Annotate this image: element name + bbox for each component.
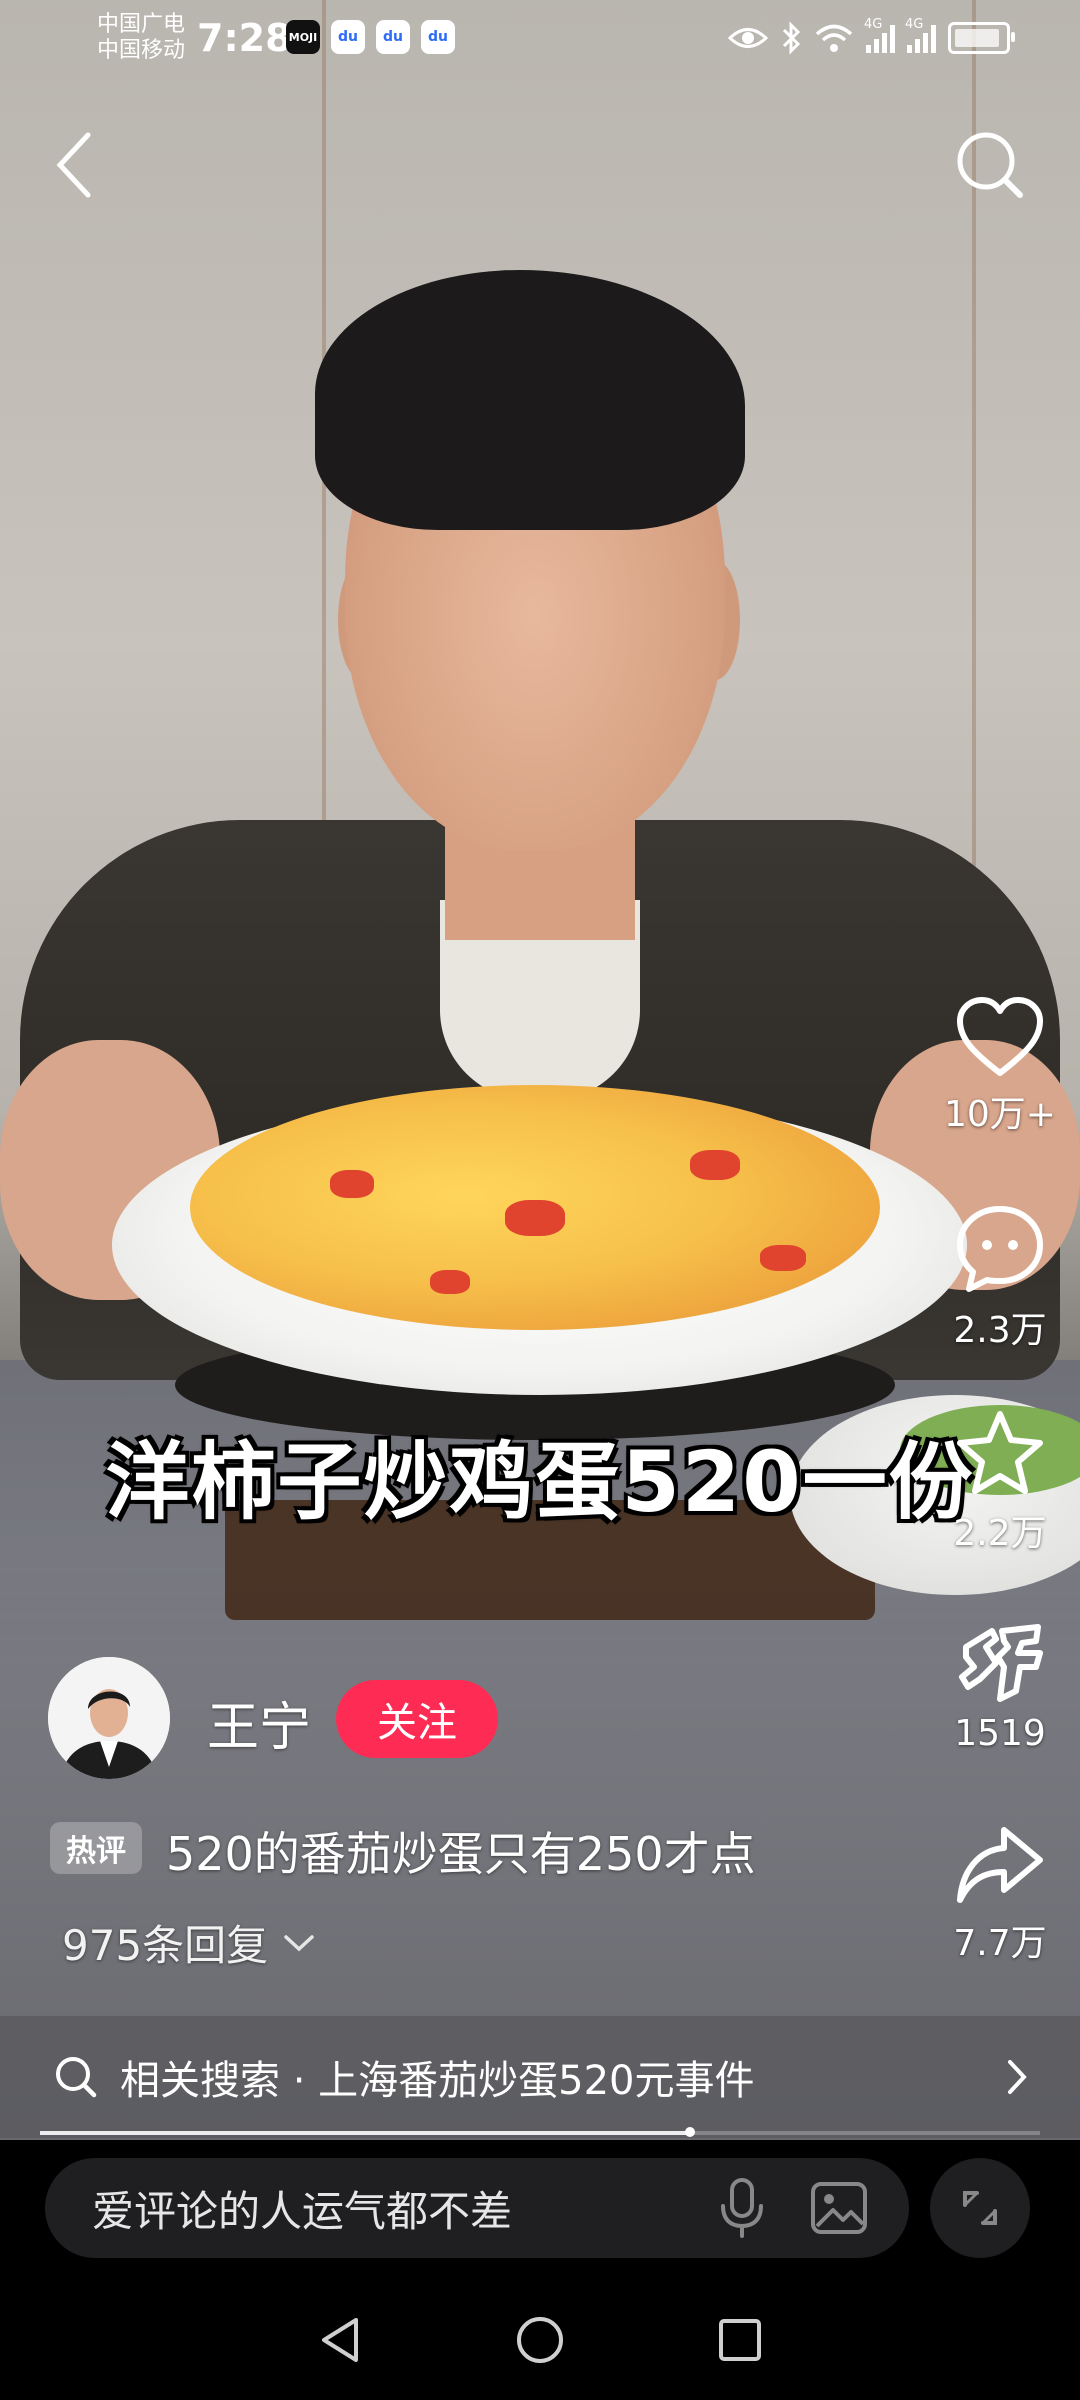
- back-button[interactable]: [46, 125, 106, 205]
- good-count: 1519: [954, 1713, 1046, 1754]
- image-icon[interactable]: [809, 2180, 869, 2236]
- bluetooth-icon: [782, 21, 801, 55]
- chevron-down-icon: [284, 1934, 314, 1951]
- network-type: 4G: [905, 17, 924, 32]
- tomato-piece: [690, 1150, 740, 1180]
- related-search-label: 相关搜索 · 上海番茄炒蛋520元事件: [120, 2058, 755, 2104]
- tomato-piece: [330, 1170, 374, 1198]
- reply-count-label: 975条回复: [62, 1921, 269, 1970]
- good-button[interactable]: 1519: [930, 1617, 1070, 1754]
- share-icon: [957, 1827, 1043, 1903]
- tomato-piece: [505, 1200, 565, 1236]
- comment-button[interactable]: 2.3万: [930, 1203, 1070, 1353]
- avatar-image: [48, 1657, 170, 1779]
- favorite-button[interactable]: 2.2万: [930, 1408, 1070, 1556]
- nav-home-icon[interactable]: [514, 2314, 566, 2366]
- share-button[interactable]: 7.7万: [930, 1822, 1070, 1966]
- status-bar: 中国广电 中国移动 7:28 MOJI du du du 4G 4G: [0, 0, 1080, 80]
- person-hair: [315, 270, 745, 530]
- related-search-bar[interactable]: 相关搜索 · 上海番茄炒蛋520元事件: [0, 2016, 1080, 2138]
- hot-comment-text[interactable]: 520的番茄炒蛋只有250才点: [166, 1818, 756, 1884]
- heart-icon: [957, 997, 1043, 1076]
- network-type: 4G: [864, 17, 883, 32]
- tomato-piece: [430, 1270, 470, 1294]
- signal-2: 4G: [905, 17, 936, 53]
- chevron-right-icon: [1008, 2060, 1027, 2094]
- tomato-piece: [760, 1245, 806, 1271]
- carrier-2: 中国移动: [97, 38, 186, 63]
- baidu-app-icon: du: [331, 20, 365, 54]
- search-icon: [56, 2057, 97, 2098]
- clock: 7:28: [197, 16, 292, 60]
- star-icon: [957, 1411, 1043, 1494]
- search-button[interactable]: [950, 125, 1030, 205]
- status-right: 4G 4G: [728, 17, 1015, 58]
- expand-button[interactable]: [930, 2158, 1030, 2258]
- carrier-1: 中国广电: [97, 12, 186, 37]
- signal-1: 4G: [864, 17, 895, 53]
- video-caption: 洋柿子炒鸡蛋520一份: [105, 1433, 975, 1531]
- playback-progress-fill: [40, 2131, 690, 2135]
- like-button[interactable]: 10万+: [930, 995, 1070, 1137]
- expand-icon: [963, 2191, 997, 2225]
- back-icon: [56, 132, 91, 198]
- good-icon: [959, 1624, 1043, 1702]
- reply-count-button[interactable]: 975条回复: [62, 1912, 316, 1973]
- playback-progress-thumb[interactable]: [685, 2127, 695, 2137]
- mic-icon[interactable]: [717, 2176, 767, 2240]
- comment-input[interactable]: 爱评论的人运气都不差: [45, 2158, 909, 2258]
- like-count: 10万+: [944, 1094, 1056, 1135]
- carrier-labels: 中国广电 中国移动: [97, 12, 185, 64]
- search-icon: [957, 132, 1023, 198]
- baidu-app-icon: du: [421, 20, 455, 54]
- follow-button[interactable]: 关注: [336, 1680, 498, 1758]
- author-name[interactable]: 王宁: [207, 1685, 311, 1760]
- playback-progress-bar[interactable]: [40, 2127, 1040, 2137]
- comment-input-placeholder: 爱评论的人运气都不差: [92, 2186, 513, 2236]
- battery-icon: [948, 22, 1015, 54]
- comment-input-area: 爱评论的人运气都不差: [0, 2140, 1080, 2280]
- wifi-icon: [815, 24, 853, 52]
- hot-comment-tag: 热评: [50, 1822, 142, 1874]
- system-navigation-bar: [0, 2280, 1080, 2400]
- nav-recents-icon[interactable]: [716, 2316, 764, 2364]
- avatar[interactable]: [48, 1657, 170, 1779]
- moji-app-icon: MOJI: [286, 20, 320, 54]
- screen: 中国广电 中国移动 7:28 MOJI du du du 4G 4G 洋柿子炒鸡…: [0, 0, 1080, 2400]
- nav-back-icon[interactable]: [316, 2314, 364, 2366]
- favorite-count: 2.2万: [953, 1513, 1047, 1554]
- baidu-app-icon: du: [376, 20, 410, 54]
- comment-icon: [957, 1206, 1043, 1292]
- share-count: 7.7万: [953, 1923, 1047, 1964]
- comment-count: 2.3万: [953, 1310, 1047, 1351]
- eye-icon: [728, 28, 768, 48]
